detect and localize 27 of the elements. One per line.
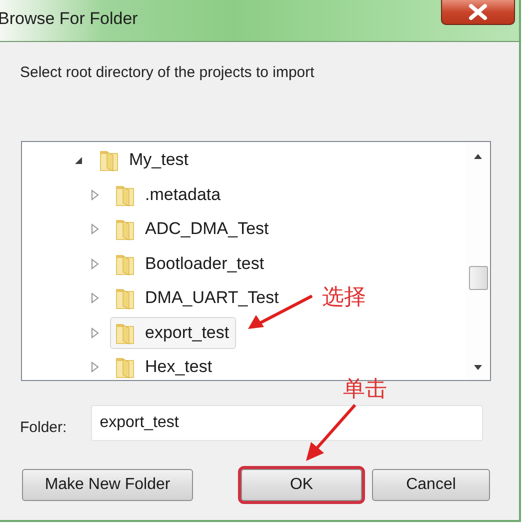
expand-triangle-icon[interactable] [90, 258, 100, 270]
cancel-button[interactable]: Cancel [372, 469, 490, 501]
make-new-folder-button[interactable]: Make New Folder [22, 469, 193, 501]
expand-triangle-icon[interactable] [90, 292, 100, 304]
annotation-text: 选择 [322, 284, 366, 312]
scroll-down-icon[interactable] [473, 364, 483, 372]
tree-item[interactable]: .metadata [110, 178, 228, 211]
tree-item[interactable]: export_test [110, 316, 236, 349]
expand-triangle-icon[interactable] [90, 223, 100, 236]
ok-button[interactable]: OK [241, 469, 362, 501]
scroll-up-icon[interactable] [473, 152, 483, 160]
annotation-text: 单击 [343, 376, 387, 404]
close-icon [467, 4, 489, 20]
expand-triangle-icon[interactable] [90, 188, 100, 201]
expand-triangle-icon[interactable] [90, 361, 100, 374]
tree-item[interactable]: Bootloader_test [110, 248, 272, 280]
close-button[interactable] [441, 0, 515, 25]
scroll-thumb[interactable] [468, 266, 488, 290]
tree-item[interactable]: My_test [94, 144, 196, 176]
folder-input[interactable]: export_test [90, 405, 483, 441]
expand-triangle-icon[interactable] [90, 326, 100, 339]
tree-item[interactable]: DMA_UART_Test [110, 282, 286, 314]
annotation-arrow [303, 402, 359, 464]
instruction-text: Select root directory of the projects to import [20, 64, 316, 83]
tree-item[interactable]: ADC_DMA_Test [110, 213, 276, 246]
tree-item[interactable]: Hex_test [110, 351, 220, 384]
folder-label: Folder: [20, 418, 67, 436]
